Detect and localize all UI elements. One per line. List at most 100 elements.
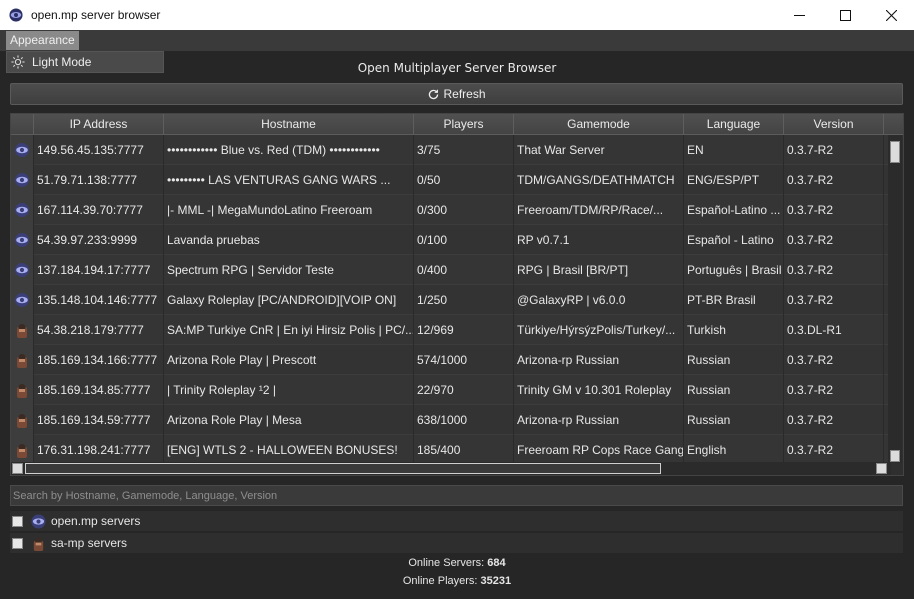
table-row[interactable]: 185.169.134.85:7777 | Trinity Roleplay ¹2… (11, 375, 890, 405)
cell-language: Español - Latino (684, 225, 784, 255)
cell-ip: 51.79.71.138:7777 (34, 165, 164, 195)
minimize-button[interactable] (776, 0, 822, 30)
cell-language: Russian (684, 375, 784, 405)
cell-players: 22/970 (414, 375, 514, 405)
filter-openmp[interactable]: open.mp servers (10, 511, 903, 531)
server-type-cell (11, 195, 34, 225)
cell-ip: 54.38.218.179:7777 (34, 315, 164, 345)
menu-appearance[interactable]: Appearance (6, 31, 79, 50)
scroll-left-button[interactable] (12, 463, 23, 474)
server-type-cell (11, 255, 34, 285)
cell-ip: 54.39.97.233:9999 (34, 225, 164, 255)
samp-logo-icon (17, 444, 27, 458)
close-button[interactable] (868, 0, 914, 30)
cell-hostname: [ENG] WTLS 2 - HALLOWEEN BONUSES! (164, 435, 414, 465)
server-table: IP Address Hostname Players Gamemode Lan… (10, 113, 904, 476)
table-row[interactable]: 185.169.134.166:7777 Arizona Role Play | … (11, 345, 890, 375)
cell-players: 1/250 (414, 285, 514, 315)
online-servers-label: Online Servers: (408, 557, 485, 569)
cell-ip: 185.169.134.59:7777 (34, 405, 164, 435)
ompeye-icon (9, 8, 23, 22)
cell-language: English (684, 435, 784, 465)
col-header-ip[interactable]: IP Address (34, 114, 164, 135)
samp-checkbox[interactable] (12, 537, 23, 549)
filter-samp[interactable]: sa-mp servers (10, 533, 903, 553)
col-header-hostname[interactable]: Hostname (164, 114, 414, 135)
horizontal-scrollbar[interactable] (11, 462, 891, 475)
horizontal-scroll-thumb[interactable] (25, 463, 661, 474)
filter-openmp-label: open.mp servers (51, 514, 141, 528)
cell-version: 0.3.7-R2 (784, 285, 884, 315)
openmp-checkbox[interactable] (12, 515, 23, 527)
table-row[interactable]: 176.31.198.241:7777 [ENG] WTLS 2 - HALLOW… (11, 435, 890, 465)
samp-logo-icon (17, 414, 27, 428)
vertical-scroll-thumb[interactable] (890, 141, 900, 163)
refresh-button[interactable]: Refresh (10, 83, 903, 105)
cell-hostname: Galaxy Roleplay [PC/ANDROID][VOIP ON] (164, 285, 414, 315)
cell-version: 0.3.7-R2 (784, 195, 884, 225)
openmp-logo-icon (15, 173, 29, 187)
table-row[interactable]: 185.169.134.59:7777 Arizona Role Play | M… (11, 405, 890, 435)
cell-hostname: ••••••••• LAS VENTURAS GANG WARS ... (164, 165, 414, 195)
title-bar: open.mp server browser (0, 0, 914, 30)
refresh-label: Refresh (443, 87, 486, 101)
window-title: open.mp server browser (31, 8, 161, 22)
cell-ip: 135.148.104.146:7777 (34, 285, 164, 315)
cell-version: 0.3.7-R2 (784, 375, 884, 405)
table-row[interactable]: 54.39.97.233:9999 Lavanda pruebas 0/100 RP … (11, 225, 890, 255)
col-header-language[interactable]: Language (684, 114, 784, 135)
cell-language: EN (684, 135, 784, 165)
cell-players: 12/969 (414, 315, 514, 345)
table-row[interactable]: 135.148.104.146:7777 Galaxy Roleplay [PC/… (11, 285, 890, 315)
openmp-logo-icon (15, 143, 29, 157)
filter-samp-label: sa-mp servers (51, 536, 128, 550)
menu-bar: Appearance (0, 30, 914, 51)
table-row[interactable]: 149.56.45.135:7777 •••••••••••• Blue vs. … (11, 135, 890, 165)
server-type-cell (11, 375, 34, 405)
col-header-players[interactable]: Players (414, 114, 514, 135)
server-type-cell (11, 285, 34, 315)
online-players-label: Online Players: (402, 575, 478, 587)
col-header-extra[interactable] (884, 114, 903, 135)
col-header-gamemode[interactable]: Gamemode (514, 114, 684, 135)
page-title: Open Multiplayer Server Browser (357, 61, 557, 75)
cell-version: 0.3.7-R2 (784, 345, 884, 375)
table-body: 149.56.45.135:7777 •••••••••••• Blue vs. … (11, 135, 890, 465)
cell-ip: 137.184.194.17:7777 (34, 255, 164, 285)
cell-players: 0/300 (414, 195, 514, 225)
vertical-scrollbar[interactable] (888, 135, 902, 463)
cell-version: 0.3.7-R2 (784, 435, 884, 465)
server-type-cell (11, 345, 34, 375)
col-header-version[interactable]: Version (784, 114, 884, 135)
cell-players: 638/1000 (414, 405, 514, 435)
refresh-icon (429, 88, 439, 99)
close-icon (885, 9, 897, 21)
online-players-stat: Online Players: 35231 (0, 575, 914, 587)
scroll-right-button[interactable] (876, 463, 887, 474)
cell-gamemode: TDM/GANGS/DEATHMATCH (514, 165, 684, 195)
maximize-button[interactable] (822, 0, 868, 30)
samp-logo-icon (17, 354, 27, 368)
server-type-cell (11, 435, 34, 465)
table-row[interactable]: 167.114.39.70:7777 |- MML -| MegaMundoLa… (11, 195, 890, 225)
table-row[interactable]: 51.79.71.138:7777 ••••••••• LAS VENTURAS … (11, 165, 890, 195)
cell-players: 0/50 (414, 165, 514, 195)
cell-language: Turkish (684, 315, 784, 345)
cell-gamemode: Freeroam RP Cops Race Gangs (514, 435, 684, 465)
scroll-down-button[interactable] (890, 450, 900, 462)
server-type-cell (11, 315, 34, 345)
cell-version: 0.3.DL-R1 (784, 315, 884, 345)
cell-gamemode: Arizona-rp Russian (514, 345, 684, 375)
cell-gamemode: Türkiye/HýrsýzPolis/Turkey/... (514, 315, 684, 345)
search-input[interactable] (10, 485, 903, 506)
table-row[interactable]: 54.38.218.179:7777 SA:MP Turkiye CnR | En… (11, 315, 890, 345)
cell-hostname: Arizona Role Play | Mesa (164, 405, 414, 435)
cell-gamemode: @GalaxyRP | v6.0.0 (514, 285, 684, 315)
cell-version: 0.3.7-R2 (784, 255, 884, 285)
table-row[interactable]: 137.184.194.17:7777 Spectrum RPG | Servid… (11, 255, 890, 285)
cell-hostname: Lavanda pruebas (164, 225, 414, 255)
openmp-logo-icon (31, 513, 46, 529)
cell-gamemode: Trinity GM v 10.301 Roleplay (514, 375, 684, 405)
cell-hostname: Spectrum RPG | Servidor Teste (164, 255, 414, 285)
col-header-icon[interactable] (11, 114, 34, 135)
